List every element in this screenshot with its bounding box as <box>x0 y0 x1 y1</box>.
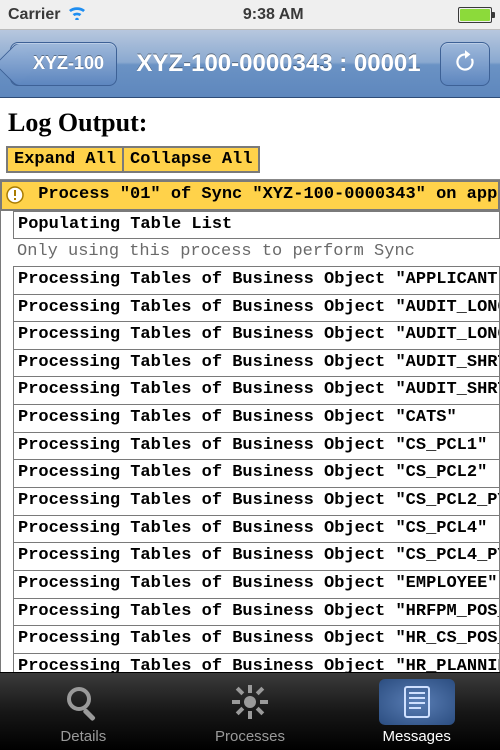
log-row[interactable]: Processing Tables of Business Object "CS… <box>13 460 500 488</box>
log-row[interactable]: Processing Tables of Business Object "HR… <box>13 599 500 627</box>
log-row[interactable]: Processing Tables of Business Object "CA… <box>13 405 500 433</box>
log-row[interactable]: Processing Tables of Business Object "AU… <box>13 350 500 378</box>
status-bar: Carrier 9:38 AM <box>0 0 500 30</box>
log-row[interactable]: Processing Tables of Business Object "HR… <box>13 626 500 654</box>
log-row[interactable]: Processing Tables of Business Object "CS… <box>13 488 500 516</box>
tab-bar: Details Processes Messages <box>0 672 500 750</box>
collapse-all-button[interactable]: Collapse All <box>122 146 260 173</box>
clock: 9:38 AM <box>88 6 458 24</box>
log-output[interactable]: Process "01" of Sync "XYZ-100-0000343" o… <box>0 179 500 672</box>
log-note: Only using this process to perform Sync <box>13 239 500 266</box>
refresh-icon <box>452 49 478 78</box>
document-icon <box>379 679 455 725</box>
warning-icon <box>6 186 24 204</box>
content-area: Log Output: Expand All Collapse All Proc… <box>0 98 500 672</box>
expand-all-button[interactable]: Expand All <box>6 146 124 173</box>
gear-icon <box>212 679 288 725</box>
tab-processes[interactable]: Processes <box>167 673 334 750</box>
tab-label: Processes <box>215 728 285 745</box>
log-row[interactable]: Processing Tables of Business Object "AU… <box>13 295 500 323</box>
back-button-label: XYZ-100 <box>33 53 104 74</box>
wifi-icon <box>66 4 88 25</box>
log-subheader[interactable]: Populating Table List <box>13 211 500 240</box>
log-heading: Log Output: <box>0 98 500 146</box>
back-button[interactable]: XYZ-100 <box>10 42 117 86</box>
log-row[interactable]: Processing Tables of Business Object "CS… <box>13 516 500 544</box>
tab-label: Messages <box>382 728 450 745</box>
log-header-row[interactable]: Process "01" of Sync "XYZ-100-0000343" o… <box>0 180 500 211</box>
log-header-text: Process "01" of Sync "XYZ-100-0000343" o… <box>28 183 500 208</box>
log-row[interactable]: Processing Tables of Business Object "CS… <box>13 433 500 461</box>
nav-bar: XYZ-100 XYZ-100-0000343 : 00001 <box>0 30 500 98</box>
page-title: XYZ-100-0000343 : 00001 <box>127 50 430 78</box>
tab-messages[interactable]: Messages <box>333 673 500 750</box>
log-row[interactable]: Processing Tables of Business Object "AU… <box>13 377 500 405</box>
tab-details[interactable]: Details <box>0 673 167 750</box>
tab-label: Details <box>60 728 106 745</box>
refresh-button[interactable] <box>440 42 490 86</box>
magnifier-icon <box>45 679 121 725</box>
log-row[interactable]: Processing Tables of Business Object "CS… <box>13 543 500 571</box>
carrier-label: Carrier <box>8 6 60 24</box>
log-row[interactable]: Processing Tables of Business Object "EM… <box>13 571 500 599</box>
log-row[interactable]: Processing Tables of Business Object "AU… <box>13 322 500 350</box>
log-row[interactable]: Processing Tables of Business Object "HR… <box>13 654 500 672</box>
battery-icon <box>458 7 492 23</box>
log-row[interactable]: Processing Tables of Business Object "AP… <box>13 266 500 295</box>
